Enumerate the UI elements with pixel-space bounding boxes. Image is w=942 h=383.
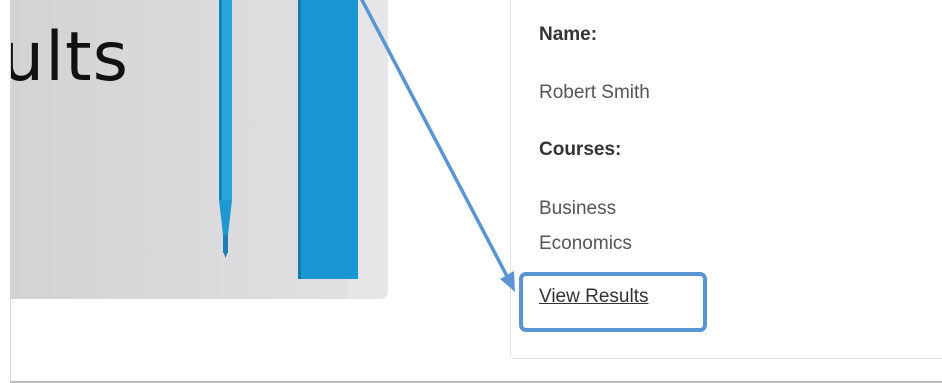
annotation-arrow <box>360 0 515 292</box>
